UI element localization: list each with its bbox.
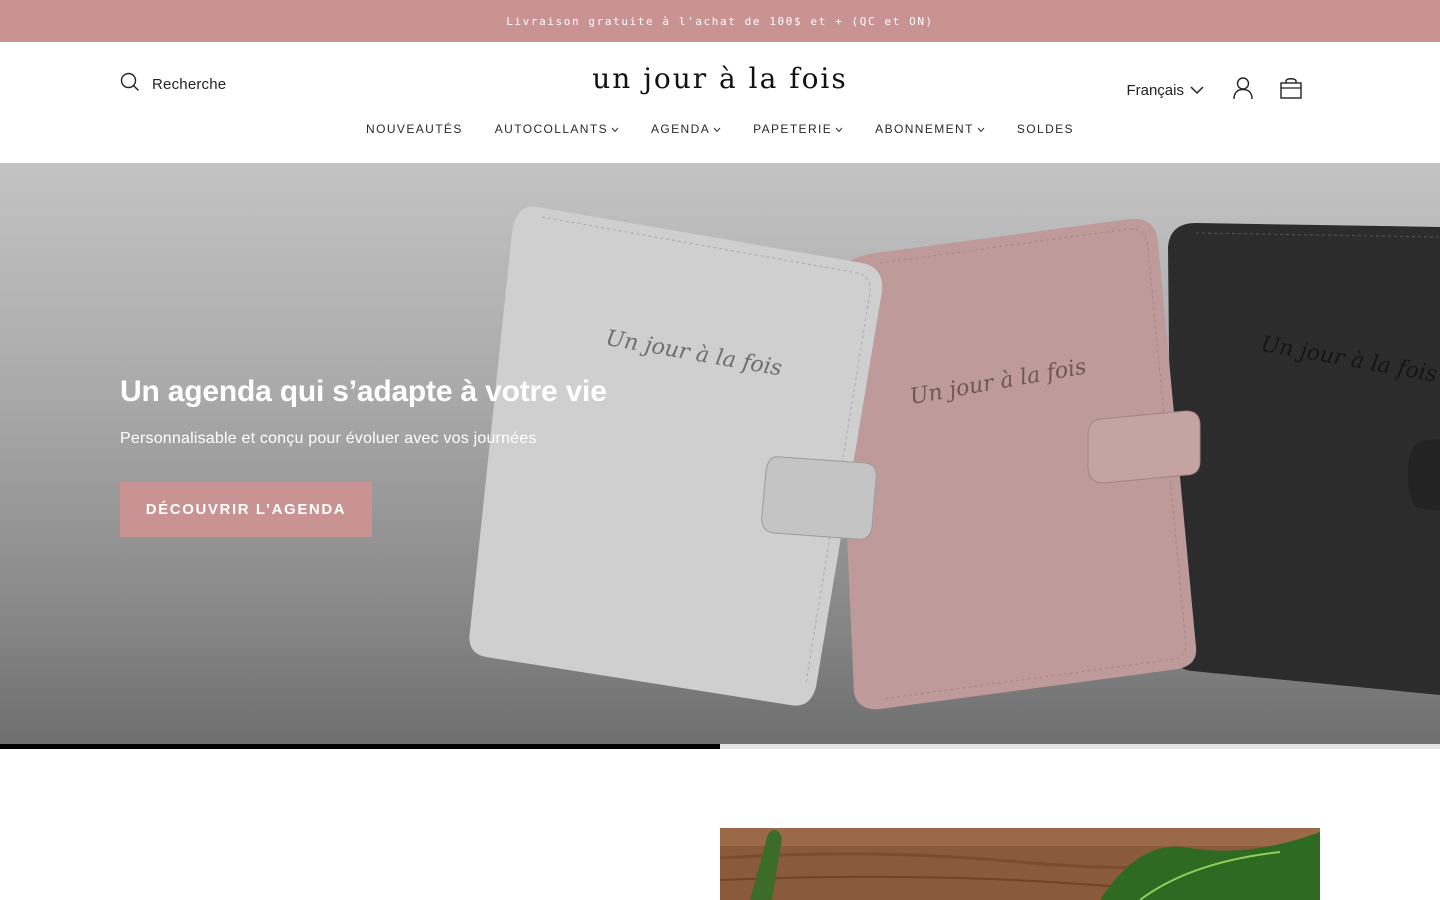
- chevron-down-icon: [713, 122, 721, 136]
- site-logo[interactable]: un jour à la fois: [560, 62, 880, 95]
- search-trigger[interactable]: Recherche: [120, 72, 226, 96]
- hero-title: Un agenda qui s’adapte à votre vie: [120, 375, 607, 408]
- nav-item-agenda[interactable]: AGENDA: [651, 122, 721, 136]
- account-button[interactable]: [1228, 75, 1258, 105]
- header-actions: Français: [1126, 76, 1306, 104]
- chevron-down-icon: [1190, 82, 1204, 99]
- nav-item-nouveautes[interactable]: NOUVEAUTÉS: [366, 122, 463, 136]
- grey-agenda-cover: Un jour à la fois: [469, 206, 883, 706]
- chevron-down-icon: [977, 122, 985, 136]
- nav-item-label: AGENDA: [651, 122, 711, 136]
- slider-progress-fill: [0, 744, 720, 749]
- site-header: Recherche un jour à la fois Français NOU…: [0, 42, 1440, 163]
- nav-item-autocollants[interactable]: AUTOCOLLANTS: [495, 122, 619, 136]
- nav-item-abonnement[interactable]: ABONNEMENT: [875, 122, 985, 136]
- pink-agenda-cover: Un jour à la fois: [836, 218, 1201, 710]
- language-label: Français: [1126, 81, 1184, 99]
- agenda-covers-image: Un jour à la fois Un jour à la fois Un j…: [469, 206, 1440, 710]
- nav-item-label: PAPETERIE: [753, 122, 833, 136]
- nav-item-label: NOUVEAUTÉS: [366, 122, 463, 136]
- language-selector[interactable]: Français: [1126, 82, 1204, 99]
- nav-item-soldes[interactable]: SOLDES: [1017, 122, 1074, 136]
- hero-subtitle: Personnalisable et conçu pour évoluer av…: [120, 430, 537, 447]
- shopping-bag-icon: [1279, 76, 1303, 105]
- slider-progress-bar[interactable]: [0, 744, 1440, 749]
- chevron-down-icon: [835, 122, 843, 136]
- announcement-bar: Livraison gratuite à l'achat de 100$ et …: [0, 0, 1440, 42]
- black-agenda-cover: Un jour à la fois: [1168, 223, 1440, 695]
- feature-image: [720, 828, 1320, 900]
- announcement-text: Livraison gratuite à l'achat de 100$ et …: [506, 14, 934, 28]
- nav-item-papeterie[interactable]: PAPETERIE: [753, 122, 843, 136]
- main-nav: NOUVEAUTÉS AUTOCOLLANTS AGENDA PAPETERIE…: [0, 122, 1440, 136]
- user-icon: [1232, 76, 1254, 105]
- hero-slide: Un jour à la fois Un jour à la fois Un j…: [0, 163, 1440, 744]
- discover-agenda-button[interactable]: DÉCOUVRIR L’AGENDA: [120, 482, 372, 537]
- nav-item-label: SOLDES: [1016, 122, 1074, 136]
- nav-item-label: ABONNEMENT: [875, 122, 974, 136]
- search-icon: [120, 72, 140, 97]
- search-label: Recherche: [152, 75, 227, 93]
- nav-item-label: AUTOCOLLANTS: [494, 122, 609, 136]
- cart-button[interactable]: [1276, 75, 1306, 105]
- chevron-down-icon: [611, 122, 619, 136]
